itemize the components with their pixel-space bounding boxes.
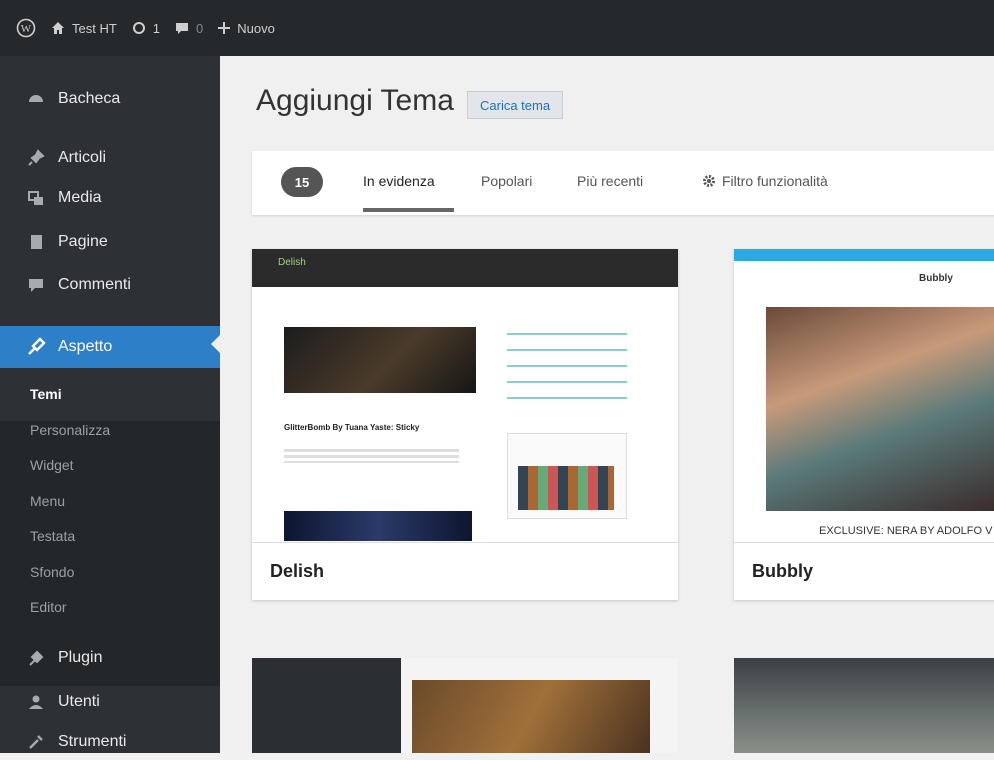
theme-name: Bubbly — [734, 542, 994, 600]
theme-card-partial[interactable] — [734, 658, 994, 753]
menu-item-pagine[interactable]: Pagine — [0, 224, 220, 260]
media-icon — [26, 188, 46, 208]
preview-widget-box — [507, 433, 627, 519]
menu-label: Utenti — [58, 693, 100, 710]
updates-count: 1 — [152, 20, 161, 36]
comments-count: 0 — [196, 20, 204, 36]
pages-icon — [26, 232, 46, 252]
theme-screenshot — [412, 680, 650, 753]
main-content: Aggiungi Tema Carica tema 15 In evidenza… — [220, 56, 994, 753]
refresh-icon — [132, 22, 145, 34]
menu-item-plugin[interactable]: Plugin — [0, 640, 220, 676]
tab-popolari[interactable]: Popolari — [481, 173, 532, 189]
comments-icon — [26, 275, 46, 295]
upload-theme-button[interactable]: Carica tema — [467, 91, 564, 119]
home-icon — [52, 22, 64, 34]
menu-item-bacheca[interactable]: Bacheca — [0, 81, 220, 117]
menu-item-articoli[interactable]: Articoli — [0, 140, 220, 176]
preview-image — [766, 307, 994, 511]
site-name-label: Test HT — [72, 20, 117, 36]
tab-in-evidenza[interactable]: In evidenza — [363, 173, 435, 189]
svg-text:W: W — [21, 23, 32, 35]
gear-icon — [703, 175, 715, 187]
menu-label: Media — [58, 189, 102, 206]
tools-icon — [26, 732, 46, 752]
submenu-item-sfondo[interactable]: Sfondo — [30, 564, 74, 580]
submenu-item-testata[interactable]: Testata — [30, 528, 75, 544]
menu-item-utenti[interactable]: Utenti — [0, 684, 220, 720]
appearance-icon — [26, 337, 46, 357]
preview-sidebar-links — [507, 319, 627, 399]
submenu-item-temi[interactable]: Temi — [30, 386, 62, 402]
plugin-icon — [26, 648, 46, 668]
wordpress-logo-icon[interactable]: W — [16, 18, 36, 38]
menu-label: Plugin — [58, 649, 103, 666]
users-icon — [26, 692, 46, 712]
menu-label: Articoli — [58, 149, 107, 166]
preview-image — [284, 511, 472, 541]
new-label: Nuovo — [237, 20, 275, 36]
feature-filter-button[interactable]: Filtro funzionalità — [702, 173, 828, 189]
comment-bubble-icon — [176, 23, 189, 34]
new-content-link[interactable]: Nuovo — [217, 21, 275, 36]
preview-thumbnail-grid — [518, 466, 614, 510]
menu-item-aspetto[interactable]: Aspetto — [0, 326, 221, 368]
preview-header: Delish — [252, 249, 678, 287]
dashboard-icon — [26, 89, 46, 109]
updates-link[interactable]: 1 — [131, 20, 160, 36]
menu-label: Aspetto — [58, 338, 113, 355]
filter-label: Filtro funzionalità — [722, 173, 828, 189]
preview-image — [284, 327, 476, 393]
comments-link[interactable]: 0 — [174, 20, 203, 36]
preview-post-title: GlitterBomb By Tuana Yaste: Sticky — [284, 423, 420, 432]
submenu-item-editor[interactable]: Editor — [30, 599, 67, 615]
menu-item-strumenti[interactable]: Strumenti — [0, 724, 220, 760]
submenu-item-personalizza[interactable]: Personalizza — [30, 422, 110, 438]
menu-item-media[interactable]: Media — [0, 180, 220, 216]
admin-sidebar: Bacheca Articoli Media Pagine Commenti A… — [0, 56, 221, 753]
theme-card-delish[interactable]: Delish GlitterBomb By Tuana Yaste: Stick… — [252, 249, 678, 600]
theme-card-bubbly[interactable]: Bubbly EXCLUSIVE: NERA BY ADOLFO V Bubbl… — [734, 249, 994, 600]
submenu-item-menu[interactable]: Menu — [30, 493, 65, 509]
admin-bar: W Test HT 1 0 Nuovo — [0, 0, 994, 56]
preview-logo: Bubbly — [919, 273, 953, 284]
menu-item-commenti[interactable]: Commenti — [0, 267, 220, 303]
menu-label: Bacheca — [58, 90, 121, 107]
theme-name: Delish — [252, 542, 678, 600]
preview-logo: Delish — [278, 257, 306, 268]
preview-header — [734, 249, 994, 261]
plus-icon — [218, 22, 231, 34]
page-title: Aggiungi Tema — [256, 84, 454, 117]
menu-label: Pagine — [58, 233, 108, 250]
active-tab-underline — [363, 208, 454, 212]
tab-piu-recenti[interactable]: Più recenti — [577, 173, 643, 189]
preview-text-lines — [284, 449, 459, 463]
theme-count-badge: 15 — [281, 167, 323, 197]
theme-card-partial[interactable] — [252, 658, 678, 753]
menu-label: Strumenti — [58, 733, 127, 750]
site-name-link[interactable]: Test HT — [50, 20, 117, 36]
preview-caption: EXCLUSIVE: NERA BY ADOLFO V — [819, 525, 993, 537]
pin-icon — [26, 148, 46, 168]
theme-filter-bar: 15 In evidenza Popolari Più recenti Filt… — [252, 151, 994, 215]
menu-label: Commenti — [58, 276, 131, 293]
submenu-item-widget[interactable]: Widget — [30, 457, 74, 473]
